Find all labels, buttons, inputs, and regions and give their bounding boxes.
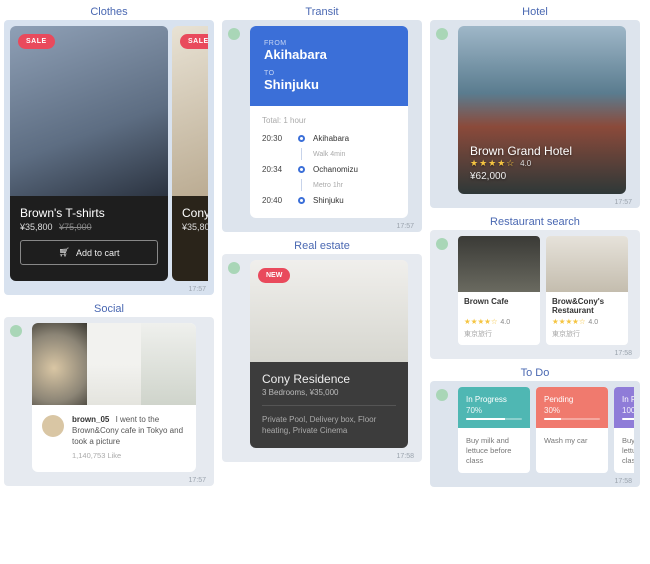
todo-frame: In Progress 70% Buy milk and lettuce bef… (430, 381, 640, 487)
todo-status: Pending (544, 395, 600, 404)
restaurant-name: Brow&Cony's Restaurant (552, 298, 622, 316)
todo-task: Wash my car (536, 428, 608, 454)
stop-time: 20:30 (262, 134, 290, 143)
to-label: TO (264, 70, 394, 77)
from-value: Akihabara (264, 47, 394, 62)
stop-dot-icon (298, 197, 305, 204)
progress-bar (544, 418, 600, 420)
realestate-card[interactable]: NEW Cony Residence 3 Bedrooms, ¥35,000 P… (250, 260, 408, 448)
like-count: 1,140,753 Like (72, 451, 186, 461)
realestate-sub: 3 Bedrooms, ¥35,000 (262, 388, 396, 406)
star-icon: ★★★★☆ (464, 317, 498, 326)
sale-badge: SALE (180, 34, 208, 49)
section-title-social: Social (4, 303, 214, 315)
product-card-peek[interactable]: SALE Cony ¥35,800 (172, 26, 208, 281)
segment-label: Walk 4min (313, 151, 345, 158)
todo-card[interactable]: In Progress 100% Buy milk and lettuce be… (614, 387, 634, 473)
product-price: ¥35,800 (182, 222, 208, 232)
section-title-realestate: Real estate (222, 240, 422, 252)
restaurant-frame: Brown Cafe ★★★★☆ 4.0 東京旅行 Brow&Cony's Re… (430, 230, 640, 359)
product-image: SALE (10, 26, 168, 196)
stop-time: 20:34 (262, 165, 290, 174)
social-card[interactable]: brown_05 I went to the Brown&Cony cafe i… (32, 323, 196, 472)
stop-dot-icon (298, 135, 305, 142)
restaurant-rating: 4.0 (588, 319, 598, 326)
transit-frame: FROM Akihabara TO Shinjuku Total: 1 hour… (222, 20, 422, 232)
progress-bar (622, 418, 634, 420)
todo-status: In Progress (622, 395, 634, 404)
realestate-image: NEW (250, 260, 408, 362)
restaurant-tag: 東京旅行 (552, 329, 622, 339)
realestate-frame: NEW Cony Residence 3 Bedrooms, ¥35,000 P… (222, 254, 422, 462)
todo-task: Buy milk and lettuce before class (458, 428, 530, 473)
section-title-hotel: Hotel (430, 6, 640, 18)
from-label: FROM (264, 40, 394, 47)
stop-name: Shinjuku (313, 196, 344, 205)
social-images (32, 323, 196, 405)
stop-name: Ochanomizu (313, 165, 358, 174)
social-frame: brown_05 I went to the Brown&Cony cafe i… (4, 317, 214, 486)
todo-status: In Progress (466, 395, 522, 404)
to-value: Shinjuku (264, 77, 394, 92)
hotel-frame: Brown Grand Hotel ★★★★☆ 4.0 ¥62,000 17:5… (430, 20, 640, 208)
timestamp: 17:58 (396, 453, 414, 460)
realestate-name: Cony Residence (262, 372, 396, 386)
stop-name: Akihabara (313, 134, 349, 143)
restaurant-name: Brown Cafe (464, 298, 534, 316)
transit-card[interactable]: FROM Akihabara TO Shinjuku Total: 1 hour… (250, 26, 408, 218)
section-title-todo: To Do (430, 367, 640, 379)
todo-percent: 70% (466, 406, 522, 415)
restaurant-card[interactable]: Brow&Cony's Restaurant ★★★★☆ 4.0 東京旅行 (546, 236, 628, 345)
product-name: Cony (182, 206, 208, 220)
todo-percent: 100% (622, 406, 634, 415)
transit-stop: 20:40 Shinjuku (262, 193, 396, 208)
price-current: ¥35,800 (20, 222, 53, 232)
avatar (42, 415, 64, 437)
add-to-cart-label: Add to cart (76, 248, 120, 258)
section-title-clothes: Clothes (4, 6, 214, 18)
timestamp: 17:58 (614, 478, 632, 485)
product-name: Brown's T-shirts (20, 206, 158, 220)
hotel-price: ¥62,000 (470, 171, 572, 182)
stop-dot-icon (298, 166, 305, 173)
restaurant-rating: 4.0 (500, 319, 510, 326)
todo-task: Buy milk and lettuce before class (614, 428, 634, 473)
hotel-name: Brown Grand Hotel (470, 144, 572, 158)
todo-card[interactable]: In Progress 70% Buy milk and lettuce bef… (458, 387, 530, 473)
new-badge: NEW (258, 268, 290, 283)
hotel-rating: 4.0 (520, 159, 531, 168)
social-username: brown_05 (72, 415, 109, 424)
timestamp: 17:58 (614, 350, 632, 357)
progress-bar (466, 418, 522, 420)
todo-card[interactable]: Pending 30% Wash my car (536, 387, 608, 473)
sale-badge: SALE (18, 34, 55, 49)
star-icon: ★★★★☆ (470, 158, 515, 168)
stop-time: 20:40 (262, 196, 290, 205)
clothes-frame: SALE Brown's T-shirts ¥35,800 ¥75,000 🛒︎… (4, 20, 214, 295)
restaurant-image (546, 236, 628, 292)
restaurant-tag: 東京旅行 (464, 329, 534, 339)
timestamp: 17:57 (614, 199, 632, 206)
product-price: ¥35,800 ¥75,000 (20, 222, 158, 232)
section-title-transit: Transit (222, 6, 422, 18)
star-icon: ★★★★☆ (552, 317, 586, 326)
cart-icon: 🛒︎ (59, 247, 70, 258)
transit-stop: 20:30 Akihabara (262, 131, 396, 146)
restaurant-card[interactable]: Brown Cafe ★★★★☆ 4.0 東京旅行 (458, 236, 540, 345)
timestamp: 17:57 (188, 477, 206, 484)
restaurant-image (458, 236, 540, 292)
product-card-main[interactable]: SALE Brown's T-shirts ¥35,800 ¥75,000 🛒︎… (10, 26, 168, 281)
segment-label: Metro 1hr (313, 182, 343, 189)
product-image: SALE (172, 26, 208, 196)
transit-total: Total: 1 hour (262, 116, 396, 125)
timestamp: 17:57 (188, 286, 206, 293)
realestate-features: Private Pool, Delivery box, Floor heatin… (262, 414, 396, 436)
add-to-cart-button[interactable]: 🛒︎ Add to cart (20, 240, 158, 265)
todo-percent: 30% (544, 406, 600, 415)
price-old: ¥75,000 (59, 222, 92, 232)
transit-stop: 20:34 Ochanomizu (262, 162, 396, 177)
timestamp: 17:57 (396, 223, 414, 230)
hotel-card[interactable]: Brown Grand Hotel ★★★★☆ 4.0 ¥62,000 (458, 26, 626, 194)
section-title-restaurant: Restaurant search (430, 216, 640, 228)
